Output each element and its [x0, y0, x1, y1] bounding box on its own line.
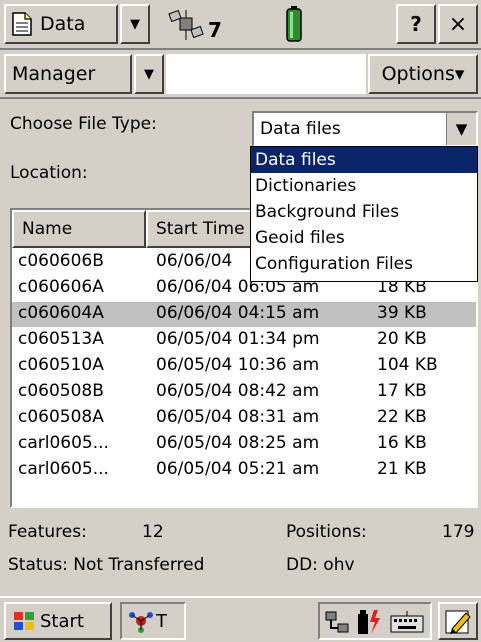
file-name-cell: carl0605... — [18, 433, 109, 453]
manager-dropdown-button[interactable]: ▼ — [134, 54, 164, 94]
file-type-dropdown-arrow[interactable]: ▼ — [446, 113, 476, 145]
file-name-cell: c060508A — [18, 407, 104, 427]
taskbar-app-label: T — [156, 610, 167, 632]
pencil-note-icon — [445, 610, 471, 634]
app-network-icon — [128, 609, 154, 633]
file-type-option[interactable]: Configuration Files — [251, 251, 477, 277]
taskbar-app-button[interactable]: T — [120, 602, 186, 640]
column-header-name[interactable]: Name — [12, 210, 146, 248]
file-name-cell: c060510A — [18, 355, 104, 375]
help-icon: ? — [410, 12, 422, 36]
table-row[interactable]: c060508B 06/05/04 08:42 am 17 KB — [12, 380, 476, 405]
satellite-count: 7 — [208, 18, 222, 42]
start-time-cell: 06/05/04 10:36 am — [156, 355, 320, 375]
app-title: Data — [40, 13, 86, 35]
file-type-select[interactable]: Data files ▼ — [252, 111, 478, 147]
file-type-option[interactable]: Dictionaries — [251, 173, 477, 199]
file-name-cell: c060606B — [18, 251, 104, 271]
table-row[interactable]: c060508A 06/05/04 08:31 am 22 KB — [12, 406, 476, 431]
features-label: Features: — [8, 522, 87, 542]
divider — [0, 97, 481, 99]
battery-icon[interactable] — [286, 6, 302, 42]
start-time-cell: 06/05/04 08:42 am — [156, 381, 320, 401]
options-label: Options▾ — [381, 63, 465, 85]
start-time-cell: 06/05/04 05:21 am — [156, 459, 320, 479]
choose-file-type-label: Choose File Type: — [10, 114, 157, 134]
table-row[interactable]: carl0605... 06/05/04 05:21 am 21 KB — [12, 458, 476, 483]
table-row[interactable]: c060513A 06/05/04 01:34 pm 20 KB — [12, 328, 476, 353]
satellite-icon — [168, 9, 204, 40]
manager-label: Manager — [12, 63, 96, 85]
triangle-down-icon: ▼ — [455, 120, 468, 138]
file-name-cell: c060606A — [18, 277, 104, 297]
notes-button[interactable] — [438, 602, 478, 640]
connection-icon[interactable] — [324, 608, 352, 636]
file-name-cell: c060513A — [18, 329, 104, 349]
location-label: Location: — [10, 163, 88, 183]
start-time-cell: 06/05/04 08:31 am — [156, 407, 320, 427]
file-name-cell: c060508B — [18, 381, 104, 401]
triangle-down-icon: ▼ — [144, 66, 154, 82]
info-line-features: Features: 12 Positions: 179 — [0, 520, 481, 550]
menu-bar-blank — [166, 54, 366, 94]
table-row[interactable]: c060604A 06/06/04 04:15 am 39 KB — [12, 302, 476, 327]
battery-charging-icon[interactable] — [356, 608, 382, 636]
close-icon: × — [448, 11, 468, 37]
app-menu-dropdown-button[interactable]: ▼ — [120, 4, 150, 44]
gps-status-indicator[interactable]: 7 — [168, 8, 228, 42]
file-size-cell: 22 KB — [377, 407, 427, 427]
start-button[interactable]: Start — [4, 602, 112, 640]
file-size-cell: 17 KB — [377, 381, 427, 401]
file-type-option[interactable]: Background Files — [251, 199, 477, 225]
dd-text: DD: ohv — [286, 555, 355, 575]
start-time-cell: 06/06/04 — [156, 251, 233, 271]
title-bar: Data ▼ 7 ? × — [0, 0, 481, 50]
start-time-cell: 06/05/04 01:34 pm — [156, 329, 320, 349]
table-row[interactable]: c060510A 06/05/04 10:36 am 104 KB — [12, 354, 476, 379]
document-icon — [12, 12, 32, 36]
file-type-option[interactable]: Data files — [251, 147, 477, 173]
file-name-cell: c060604A — [18, 303, 104, 323]
start-time-cell: 06/06/04 04:15 am — [156, 303, 320, 323]
file-size-cell: 104 KB — [377, 355, 438, 375]
file-name-cell: carl0605... — [18, 459, 109, 479]
start-label: Start — [40, 610, 84, 632]
close-button[interactable]: × — [438, 4, 478, 44]
taskbar: Start T — [0, 596, 481, 642]
file-type-value: Data files — [260, 119, 341, 139]
keyboard-icon[interactable] — [390, 610, 424, 634]
windows-flag-icon — [12, 609, 36, 633]
file-size-cell: 16 KB — [377, 433, 427, 453]
positions-label: Positions: — [286, 522, 367, 542]
start-time-cell: 06/05/04 08:25 am — [156, 433, 320, 453]
manager-menu-button[interactable]: Manager — [4, 54, 132, 94]
status-text: Status: Not Transferred — [8, 555, 205, 575]
file-size-cell: 20 KB — [377, 329, 427, 349]
help-button[interactable]: ? — [396, 4, 436, 44]
triangle-down-icon: ▼ — [130, 16, 140, 32]
file-type-dropdown-list[interactable]: Data files Dictionaries Background Files Ge… — [250, 146, 478, 282]
info-line-status: Status: Not Transferred DD: ohv — [0, 553, 481, 583]
app-menu-button[interactable]: Data — [4, 4, 118, 44]
file-type-option[interactable]: Geoid files — [251, 225, 477, 251]
positions-value: 179 — [442, 522, 475, 542]
options-menu-button[interactable]: Options▾ — [368, 54, 478, 94]
file-size-cell: 21 KB — [377, 459, 427, 479]
features-value: 12 — [142, 522, 164, 542]
table-row[interactable]: carl0605... 06/05/04 08:25 am 16 KB — [12, 432, 476, 457]
file-size-cell: 39 KB — [377, 303, 427, 323]
system-tray — [318, 602, 432, 640]
